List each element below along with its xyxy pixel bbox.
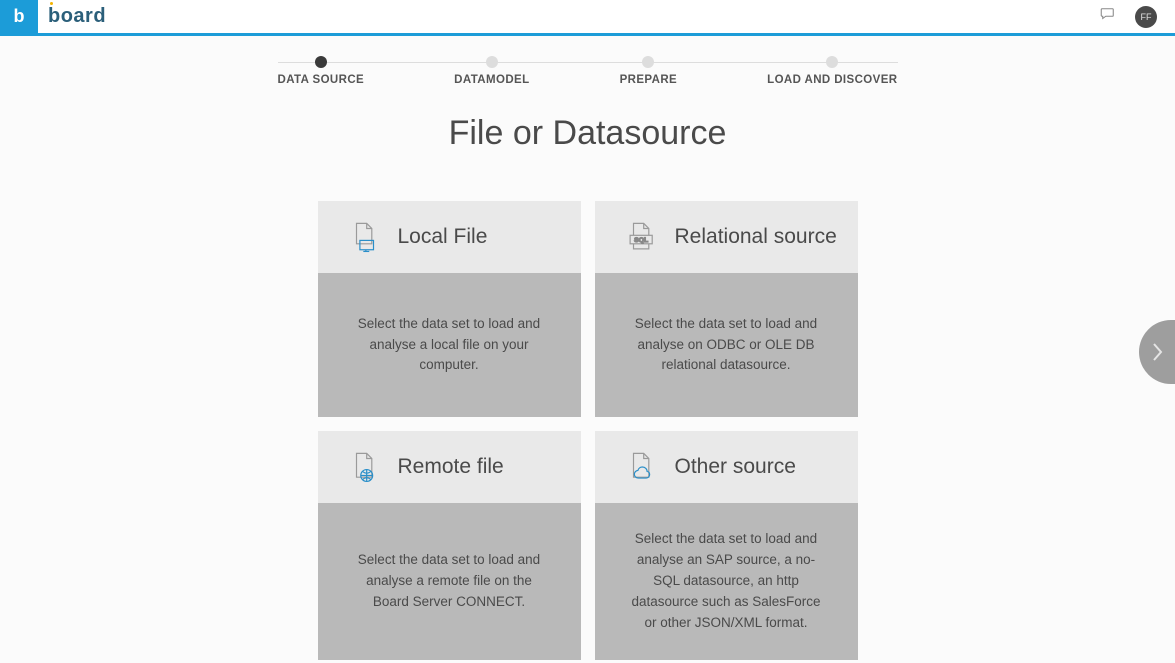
card-title: Relational source [675,225,837,249]
sql-file-icon: SQL [625,220,659,254]
card-desc: Select the data set to load and analyse … [625,314,828,377]
card-title: Other source [675,455,796,479]
step-load-discover[interactable]: LOAD AND DISCOVER [767,56,897,86]
cloud-file-icon [625,450,659,484]
local-file-icon [348,220,382,254]
topbar: b board FF [0,0,1175,36]
page-title: File or Datasource [0,114,1175,153]
card-header: Remote file [318,431,581,503]
card-local-file[interactable]: Local File Select the data set to load a… [318,201,581,417]
step-datamodel[interactable]: DATAMODEL [454,56,529,86]
step-circle-icon [486,56,498,68]
cards-grid: Local File Select the data set to load a… [318,201,858,660]
step-circle-icon [826,56,838,68]
step-data-source[interactable]: DATA SOURCE [278,56,365,86]
card-header: SQL Relational source [595,201,858,273]
avatar-initials: FF [1141,12,1152,22]
card-header: Local File [318,201,581,273]
card-desc: Select the data set to load and analyse … [348,550,551,613]
card-desc: Select the data set to load and analyse … [348,314,551,377]
step-prepare[interactable]: PREPARE [620,56,678,86]
chevron-right-icon [1150,342,1164,362]
step-label: DATA SOURCE [278,74,365,86]
card-desc: Select the data set to load and analyse … [625,529,828,634]
avatar[interactable]: FF [1135,6,1157,28]
card-remote-file[interactable]: Remote file Select the data set to load … [318,431,581,660]
step-circle-icon [315,56,327,68]
card-header: Other source [595,431,858,503]
card-other-source[interactable]: Other source Select the data set to load… [595,431,858,660]
stepper: DATA SOURCE DATAMODEL PREPARE LOAD AND D… [0,56,1175,86]
step-circle-icon [642,56,654,68]
next-button[interactable] [1139,320,1175,384]
card-relational-source[interactable]: SQL Relational source Select the data se… [595,201,858,417]
step-label: PREPARE [620,74,678,86]
brand-logo: board [48,5,106,28]
card-title: Remote file [398,455,504,479]
card-title: Local File [398,225,488,249]
step-label: DATAMODEL [454,74,529,86]
chat-icon[interactable] [1099,5,1117,28]
remote-file-icon [348,450,382,484]
app-menu-button[interactable]: b [0,0,38,35]
svg-text:SQL: SQL [634,237,648,244]
step-label: LOAD AND DISCOVER [767,74,897,86]
app-menu-icon: b [14,6,25,27]
brand-text: board [48,5,106,27]
